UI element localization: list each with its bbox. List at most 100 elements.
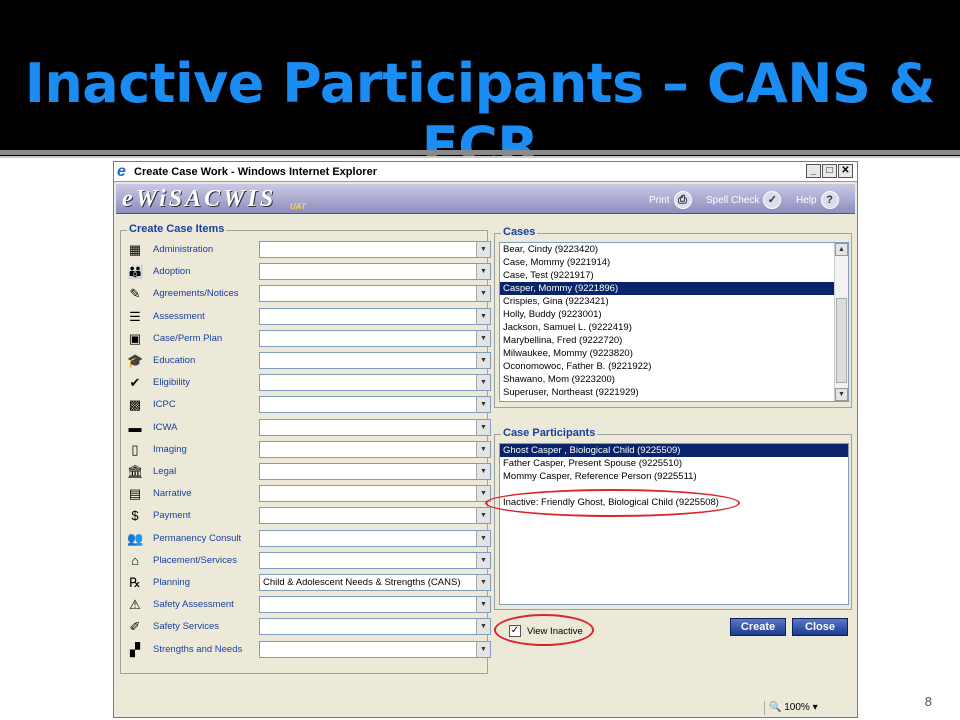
- case-item-select[interactable]: ▼: [259, 352, 491, 369]
- spell-check-button[interactable]: Spell Check ✓: [706, 191, 782, 209]
- case-list-item[interactable]: Superuser, Northeast (9221929): [500, 386, 848, 399]
- chevron-down-icon[interactable]: ▼: [476, 397, 490, 413]
- case-item-label: ICPC: [153, 399, 176, 411]
- chevron-down-icon[interactable]: ▼: [476, 552, 490, 568]
- case-list-item[interactable]: Case, Mommy (9221914): [500, 256, 848, 269]
- print-button[interactable]: Print ⎙: [649, 191, 692, 209]
- window-title: Create Case Work - Windows Internet Expl…: [134, 166, 377, 178]
- minimize-button[interactable]: _: [806, 164, 821, 178]
- case-item-row: ▣ Case/Perm Plan ▼: [127, 329, 497, 348]
- environment-label: UAT: [290, 202, 306, 211]
- case-list-item[interactable]: Marybellina, Fred (9222720): [500, 334, 848, 347]
- chevron-down-icon[interactable]: ▼: [476, 419, 490, 435]
- chevron-down-icon[interactable]: ▼: [476, 619, 490, 635]
- imaging-icon: ▯: [131, 441, 139, 457]
- inactive-highlight-oval: [485, 489, 740, 517]
- case-item-select[interactable]: ▼: [259, 307, 491, 325]
- window-title-bar: e Create Case Work - Windows Internet Ex…: [114, 162, 857, 182]
- case-item-select[interactable]: ▼: [259, 507, 491, 525]
- agreements-icon: ✎: [129, 286, 141, 302]
- case-item-select[interactable]: ▼: [259, 418, 491, 436]
- case-item-label: Planning: [153, 577, 190, 588]
- chevron-down-icon[interactable]: ▼: [476, 508, 490, 524]
- participant-list-item[interactable]: Mommy Casper, Reference Person (9225511): [500, 470, 848, 483]
- safety-assessment-icon: ⚠: [129, 597, 141, 613]
- strengths-icon: ▞: [130, 641, 140, 657]
- create-button[interactable]: Create: [730, 618, 786, 636]
- case-item-label: Assessment: [153, 310, 205, 322]
- case-list-item[interactable]: Milwaukee, Mommy (9223820): [500, 347, 848, 360]
- close-window-button[interactable]: ✕: [838, 164, 853, 178]
- case-list-item[interactable]: Casper, Mommy (9221896): [500, 282, 848, 295]
- case-item-select[interactable]: ▼: [259, 329, 491, 347]
- close-button[interactable]: Close: [792, 618, 848, 636]
- chevron-down-icon[interactable]: ▼: [476, 330, 490, 346]
- cases-scrollbar[interactable]: ▲ ▼: [834, 243, 848, 401]
- case-item-label: Placement/Services: [153, 554, 237, 566]
- case-list-item[interactable]: Bear, Cindy (9223420): [500, 243, 848, 256]
- case-item-select[interactable]: ▼: [259, 485, 491, 503]
- icpc-icon: ▩: [128, 397, 142, 413]
- chevron-down-icon[interactable]: ▼: [476, 264, 490, 280]
- chevron-down-icon[interactable]: ▼: [476, 575, 490, 590]
- scroll-up-button[interactable]: ▲: [835, 243, 848, 256]
- chevron-down-icon[interactable]: ▼: [476, 441, 490, 457]
- case-item-select[interactable]: ▼: [259, 463, 491, 480]
- case-item-select[interactable]: ▼: [259, 440, 491, 458]
- print-label: Print: [649, 194, 670, 206]
- adoption-icon: 👪: [127, 264, 144, 280]
- create-case-items-legend: Create Case Items: [127, 223, 227, 235]
- chevron-down-icon[interactable]: ▼: [476, 353, 490, 368]
- zoom-status[interactable]: 🔍 100% ▾: [764, 701, 855, 715]
- case-list-item[interactable]: Oconomowoc, Father B. (9221922): [500, 360, 848, 373]
- chevron-down-icon[interactable]: ▼: [476, 641, 490, 657]
- case-item-row: 🏛 Legal ▼: [127, 463, 497, 481]
- printer-icon: ⎙: [673, 191, 692, 209]
- case-item-select[interactable]: ▼: [259, 596, 491, 614]
- chevron-down-icon[interactable]: ▼: [476, 464, 490, 479]
- case-item-select[interactable]: ▼: [259, 374, 491, 392]
- case-item-select[interactable]: ▼: [259, 241, 491, 258]
- help-icon: ?: [820, 191, 839, 209]
- case-list-item[interactable]: Shawano, Mom (9223200): [500, 373, 848, 386]
- case-item-row: ▤ Narrative ▼: [127, 485, 497, 503]
- case-list-item[interactable]: Case, Test (9221917): [500, 269, 848, 282]
- chevron-down-icon[interactable]: ▼: [476, 375, 490, 391]
- help-label: Help: [796, 194, 817, 206]
- case-item-select[interactable]: ▼: [259, 618, 491, 636]
- maximize-button[interactable]: □: [822, 164, 837, 178]
- case-participants-group: Case Participants Ghost Casper , Biologi…: [494, 427, 852, 610]
- case-plan-icon: ▣: [128, 330, 142, 346]
- internet-explorer-icon: e: [117, 163, 126, 180]
- window-controls: _ □ ✕: [806, 164, 853, 178]
- case-item-row: $ Payment ▼: [127, 507, 497, 525]
- chevron-down-icon[interactable]: ▼: [476, 242, 490, 257]
- assessment-icon: ☰: [129, 308, 141, 324]
- case-item-row: ⌂ Placement/Services ▼: [127, 551, 497, 570]
- case-item-select[interactable]: ▼: [259, 529, 491, 547]
- ewisacwis-logo: eWiSACWIS: [122, 186, 277, 212]
- case-item-select[interactable]: ▼: [259, 263, 491, 281]
- case-item-select[interactable]: ▼: [259, 551, 491, 569]
- case-item-select[interactable]: ▼: [259, 640, 491, 658]
- scroll-thumb[interactable]: [836, 298, 847, 383]
- help-button[interactable]: Help ?: [796, 191, 839, 209]
- chevron-down-icon[interactable]: ▼: [476, 286, 490, 302]
- chevron-down-icon[interactable]: ▼: [476, 597, 490, 613]
- case-list-item[interactable]: Holly, Buddy (9223001): [500, 308, 848, 321]
- case-item-label: Adoption: [153, 266, 191, 278]
- participant-list-item[interactable]: Father Casper, Present Spouse (9225510): [500, 457, 848, 470]
- participant-list-item[interactable]: Ghost Casper , Biological Child (9225509…: [500, 444, 848, 457]
- legal-icon: 🏛: [127, 464, 144, 479]
- case-item-select[interactable]: ▼: [259, 396, 491, 414]
- case-list-item[interactable]: Crispies, Gina (9223421): [500, 295, 848, 308]
- case-item-select[interactable]: Child & Adolescent Needs & Strengths (CA…: [259, 574, 491, 591]
- scroll-down-button[interactable]: ▼: [835, 388, 848, 401]
- chevron-down-icon[interactable]: ▼: [476, 530, 490, 546]
- chevron-down-icon[interactable]: ▼: [476, 308, 490, 324]
- case-item-select[interactable]: ▼: [259, 285, 491, 303]
- participants-list[interactable]: Ghost Casper , Biological Child (9225509…: [499, 443, 849, 605]
- case-item-row: ▦ Administration ▼: [127, 241, 497, 259]
- cases-list[interactable]: Bear, Cindy (9223420) Case, Mommy (922191…: [499, 242, 849, 402]
- case-list-item[interactable]: Jackson, Samuel L. (9222419): [500, 321, 848, 334]
